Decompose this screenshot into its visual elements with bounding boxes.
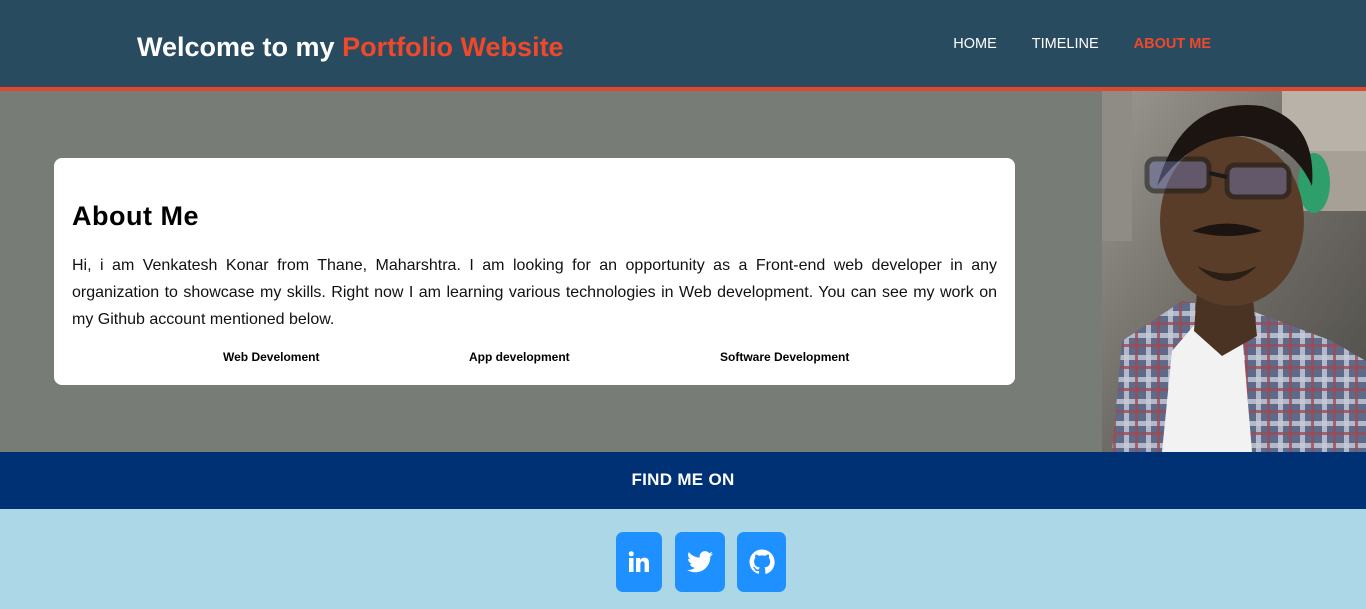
skill-web-development: Web Develoment [223, 350, 320, 364]
twitter-icon [687, 551, 713, 573]
twitter-button[interactable] [675, 532, 725, 592]
about-heading: About Me [72, 201, 199, 231]
find-me-label: FIND ME ON [631, 470, 735, 489]
about-card: About Me Hi, i am Venkatesh Konar from T… [54, 158, 1015, 385]
site-header: Welcome to my Portfolio Website HOME TIM… [0, 0, 1366, 87]
about-body: Hi, i am Venkatesh Konar from Thane, Mah… [72, 257, 997, 328]
nav-about-me[interactable]: ABOUT ME [1134, 35, 1211, 53]
linkedin-icon [628, 551, 649, 572]
find-me-banner: FIND ME ON [0, 452, 1366, 509]
social-footer [0, 509, 1366, 609]
skill-app-development: App development [469, 350, 570, 364]
main-nav: HOME TIMELINE ABOUT ME [953, 35, 1211, 53]
site-title-prefix: Welcome to my [137, 32, 343, 62]
site-title: Welcome to my Portfolio Website [137, 31, 564, 63]
skill-software-development: Software Development [720, 350, 850, 364]
github-button[interactable] [737, 532, 786, 592]
site-title-accent: Portfolio Website [342, 32, 564, 62]
profile-photo-illustration [1102, 91, 1366, 452]
github-icon [749, 549, 775, 574]
nav-timeline[interactable]: TIMELINE [1032, 35, 1099, 53]
profile-photo [1102, 91, 1366, 452]
nav-home[interactable]: HOME [953, 35, 997, 53]
linkedin-button[interactable] [616, 532, 662, 592]
